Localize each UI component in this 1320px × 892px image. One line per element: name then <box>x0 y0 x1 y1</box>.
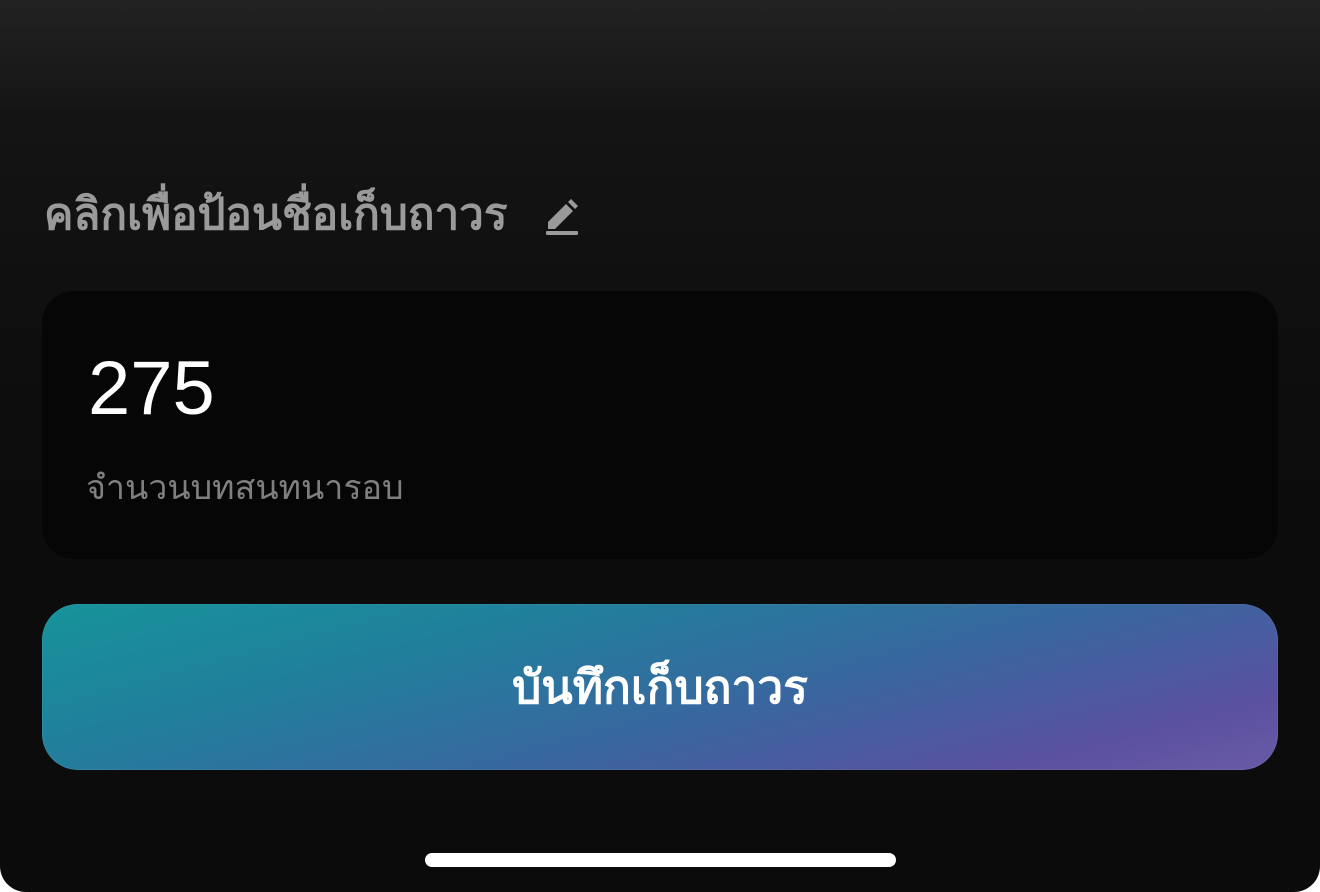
conversation-count-value: 275 <box>88 346 215 431</box>
pencil-icon[interactable] <box>542 195 582 235</box>
archive-name-field[interactable]: คลิกเพื่อป้อนชื่อเก็บถาวร <box>44 180 582 250</box>
conversation-count-label: จำนวนบทสนทนารอบ <box>86 468 404 508</box>
save-archive-button[interactable]: บันทึกเก็บถาวร <box>42 604 1278 770</box>
home-indicator[interactable] <box>425 853 896 867</box>
app-screen: คลิกเพื่อป้อนชื่อเก็บถาวร 275 จำนวนบทสนท… <box>0 0 1320 892</box>
save-archive-label: บันทึกเก็บถาวร <box>512 660 808 714</box>
conversation-count-card: 275 จำนวนบทสนทนารอบ <box>42 291 1278 559</box>
archive-name-placeholder: คลิกเพื่อป้อนชื่อเก็บถาวร <box>44 189 508 240</box>
